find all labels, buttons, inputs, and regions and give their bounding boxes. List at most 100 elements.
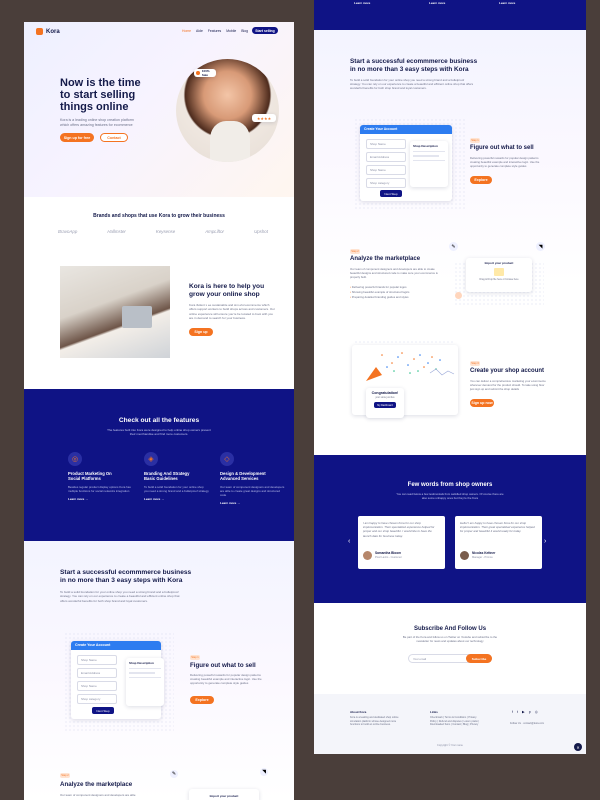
youtube-icon[interactable]: ▶ xyxy=(522,710,525,714)
step-body: Our team of component designers and deve… xyxy=(60,793,136,797)
testimonial-card: Hello! I am happy to have chosen Kora fo… xyxy=(455,516,542,569)
hero-title-line: Now is the time xyxy=(60,77,141,89)
pinterest-icon[interactable]: p xyxy=(529,710,531,714)
dashboard-button[interactable]: My Dashboard xyxy=(374,402,396,408)
brand-logo-item: Keysense xyxy=(155,229,176,234)
chevron-right-icon[interactable]: › xyxy=(544,538,546,545)
signup-now-button[interactable]: Sign up now xyxy=(470,399,494,407)
testimonials-section xyxy=(314,455,586,603)
steps-title: Start a successful ecommmerce business i… xyxy=(60,569,191,585)
explore-button[interactable]: Explore xyxy=(190,696,214,704)
bullet-item: • Preparing detailed branding guides and… xyxy=(350,295,409,300)
step-body: You can deliver a comprehensive marketin… xyxy=(470,379,546,392)
feature-body: Our team of component designers and deve… xyxy=(220,484,285,497)
footer-follow: Follow Us · contact@kora.com xyxy=(510,722,545,725)
desc-title: Shop Description xyxy=(129,661,154,665)
learn-more-link[interactable]: Learn more xyxy=(429,1,445,5)
footer-email[interactable]: contact@kora.com xyxy=(523,722,544,725)
headset-icon: ◎ xyxy=(68,452,82,466)
hero-portrait-image xyxy=(176,59,279,162)
footer-links-body: Checkmark | Terms & Conditions | Privacy… xyxy=(430,716,480,726)
feature-link[interactable]: Learn more → xyxy=(68,497,133,501)
avatar xyxy=(363,551,372,560)
close-icon[interactable]: ✕ xyxy=(574,743,582,751)
badge-icon xyxy=(196,71,200,75)
import-title: Import your product xyxy=(484,261,514,265)
nav-features[interactable]: Features xyxy=(208,29,221,33)
help-body: Kora ifuilent x ee sustainable and sim e… xyxy=(189,303,275,321)
desc-line xyxy=(129,668,161,670)
testimonial-name: Samantha Bloom xyxy=(375,551,402,555)
learn-more-link[interactable]: Learn more xyxy=(354,1,370,5)
signup-button[interactable]: Sign up for free xyxy=(60,133,94,142)
badge-text: 100% Sale xyxy=(201,69,210,77)
congrats-title: Congratulation! xyxy=(371,391,399,395)
learn-more-link[interactable]: Learn more xyxy=(220,501,236,505)
folder-icon xyxy=(494,268,504,276)
twitter-icon[interactable]: t xyxy=(517,710,518,714)
nav-blog[interactable]: Blog xyxy=(241,29,248,33)
landing-page-right: Learn more Learn more Learn more Start a… xyxy=(314,0,586,754)
testimonials-subtitle: You can read below a few testimonials fr… xyxy=(396,492,504,500)
desc-line xyxy=(129,672,155,674)
learn-more-link[interactable]: Learn more xyxy=(144,497,160,501)
feature-card: ◎ Product Marketing On Social Platforms B… xyxy=(68,452,133,501)
step-body: Delivering powerful rewards for popular … xyxy=(470,156,540,169)
footer-about-title: About Kora xyxy=(350,710,367,714)
step-title: Analyze the marketplace xyxy=(350,256,421,262)
learn-more-link[interactable]: Learn more xyxy=(499,1,515,5)
next-step-button[interactable]: Next Step xyxy=(380,190,402,197)
footer-links-title: Links xyxy=(430,710,438,714)
social-icons: f t ▶ p ◎ xyxy=(512,710,538,714)
step-title: Analyze the marketplace xyxy=(60,781,133,788)
step-title: Create your shop account xyxy=(470,368,545,374)
shop-name-field[interactable]: Shop Name xyxy=(366,139,406,149)
bullet-text: Preparing detailed branding guides and s… xyxy=(351,294,409,299)
steps-title-line: Start a successful ecommmerce business xyxy=(60,569,192,576)
feature-link[interactable]: Learn more → xyxy=(220,501,285,505)
hero-title-line: things online xyxy=(60,101,129,114)
testimonial-name: Nicolas Kettner xyxy=(472,551,496,555)
brand-logo-item: BravoApp xyxy=(58,229,78,234)
contact-button[interactable]: Contact xyxy=(100,133,128,142)
main-nav: Home Aide Features Mobile Blog xyxy=(182,29,248,33)
shop-name-field[interactable]: Shop Name xyxy=(77,681,117,691)
feature-link[interactable]: Learn more → xyxy=(144,497,209,501)
feature-title-line: Social Platforms xyxy=(68,476,101,482)
shop-name-field[interactable]: Shop Name xyxy=(77,655,117,665)
shop-category-field[interactable]: Shop category xyxy=(366,178,406,188)
subscribe-button[interactable]: Subscribe xyxy=(466,654,492,663)
nav-home[interactable]: Home xyxy=(182,29,191,33)
chevron-left-icon[interactable]: ‹ xyxy=(348,538,350,545)
next-step-button[interactable]: Next Step xyxy=(92,707,114,714)
arrow-right-icon: → xyxy=(161,496,165,501)
hero-title: Now is the time to start selling things … xyxy=(60,77,180,113)
congrats-popup: Congratulation! your store just live My … xyxy=(366,388,404,418)
steps-title-line: in no more than 3 easy steps with Kora xyxy=(350,66,469,73)
email-field[interactable]: Email Address xyxy=(366,152,406,162)
start-selling-button[interactable]: Start selling xyxy=(252,27,278,34)
learn-more-link[interactable]: Learn more xyxy=(68,497,84,501)
import-product-card: Import your product Drag & Drop file her… xyxy=(466,258,532,292)
pen-icon: ✎ xyxy=(449,242,458,251)
brand-name: Kora xyxy=(46,28,60,35)
help-title-line: grow your online shop xyxy=(189,290,260,298)
help-signup-button[interactable]: Sign up xyxy=(189,328,213,336)
instagram-icon[interactable]: ◎ xyxy=(535,710,538,714)
nav-aide[interactable]: Aide xyxy=(196,29,203,33)
step-title: Figure out what to sell xyxy=(470,145,534,151)
shop-description-card: Shop Description xyxy=(126,658,164,706)
step-bullets: • Delivering powerful brands for popular… xyxy=(350,285,409,300)
facebook-icon[interactable]: f xyxy=(512,710,513,714)
shop-category-field[interactable]: Shop category xyxy=(77,694,117,704)
step-tag: Step 1 xyxy=(190,655,200,660)
nav-mobile[interactable]: Mobile xyxy=(226,29,236,33)
explore-button[interactable]: Explore xyxy=(470,176,492,184)
help-title-line: Kora is here to help you xyxy=(189,283,265,290)
brand-logo[interactable]: Kora xyxy=(36,28,60,35)
steps-title: Start a successful ecommmerce business i… xyxy=(350,58,477,74)
laptop-shape xyxy=(122,306,152,328)
shop-name-field[interactable]: Shop Name xyxy=(366,165,406,175)
testimonial-role: Pixel Lavito - Customer xyxy=(375,556,402,559)
email-field[interactable]: Email Address xyxy=(77,668,117,678)
